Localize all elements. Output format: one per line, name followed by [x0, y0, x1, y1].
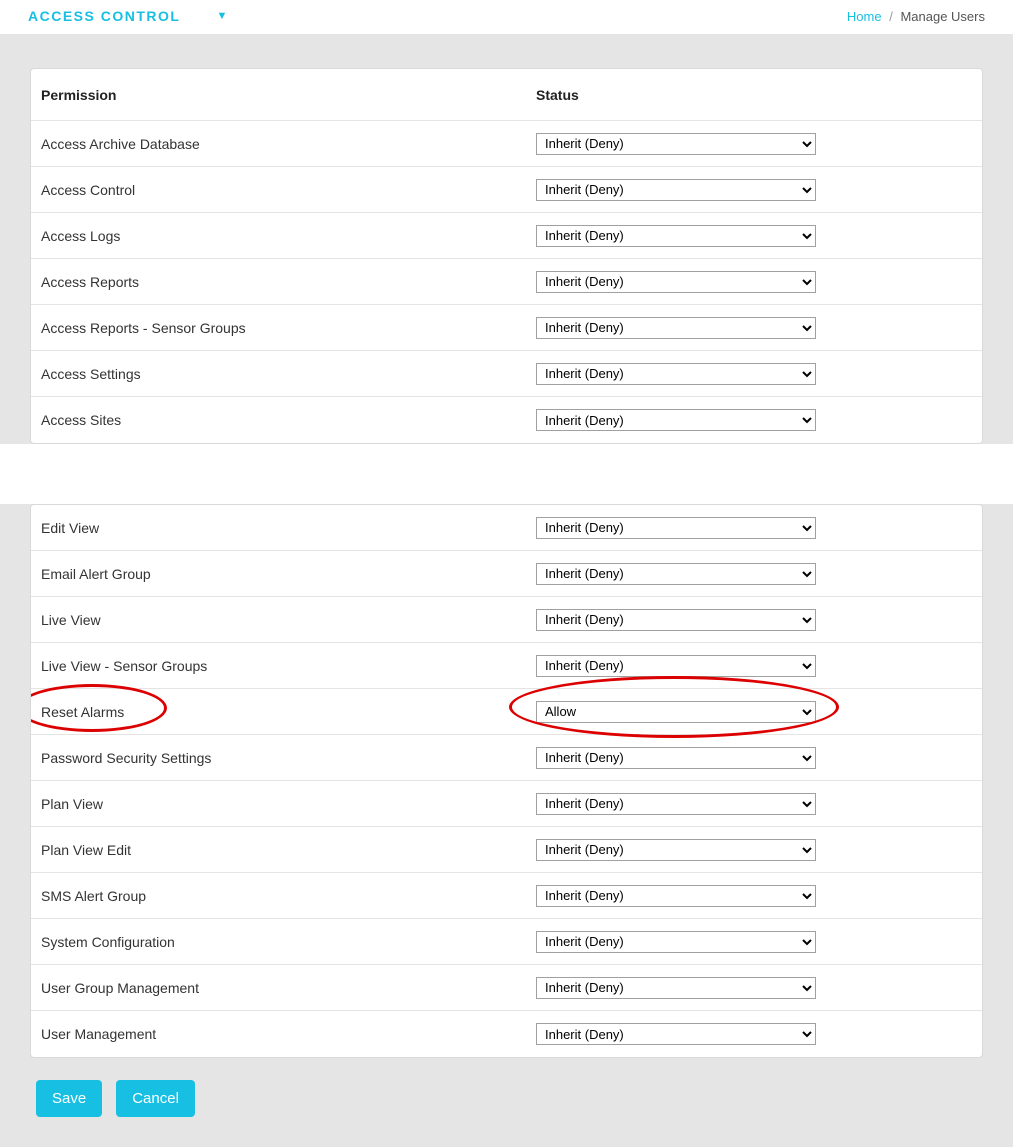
- status-cell: Inherit (Deny)Inherit (Allow)AllowDeny: [536, 1023, 972, 1045]
- table-row: Reset AlarmsInherit (Deny)Inherit (Allow…: [31, 689, 982, 735]
- table-row: Email Alert GroupInherit (Deny)Inherit (…: [31, 551, 982, 597]
- status-cell: Inherit (Deny)Inherit (Allow)AllowDeny: [536, 317, 972, 339]
- permission-label: User Management: [41, 1026, 536, 1042]
- table-row: Access ControlInherit (Deny)Inherit (All…: [31, 167, 982, 213]
- content-wrap-top: Permission Status Access Archive Databas…: [0, 34, 1013, 444]
- status-cell: Inherit (Deny)Inherit (Allow)AllowDeny: [536, 977, 972, 999]
- permission-label: Reset Alarms: [41, 704, 536, 720]
- status-cell: Inherit (Deny)Inherit (Allow)AllowDeny: [536, 701, 972, 723]
- breadcrumb-home-link[interactable]: Home: [847, 9, 882, 24]
- permission-label: Edit View: [41, 520, 536, 536]
- permission-label: Access Logs: [41, 228, 536, 244]
- table-row: SMS Alert GroupInherit (Deny)Inherit (Al…: [31, 873, 982, 919]
- permission-label: Access Archive Database: [41, 136, 536, 152]
- permissions-panel-bottom: Edit ViewInherit (Deny)Inherit (Allow)Al…: [30, 504, 983, 1058]
- status-select[interactable]: Inherit (Deny)Inherit (Allow)AllowDeny: [536, 517, 816, 539]
- section-dropdown[interactable]: ACCESS CONTROL ▼: [28, 8, 229, 24]
- status-select[interactable]: Inherit (Deny)Inherit (Allow)AllowDeny: [536, 133, 816, 155]
- permission-label: Access Reports: [41, 274, 536, 290]
- status-cell: Inherit (Deny)Inherit (Allow)AllowDeny: [536, 839, 972, 861]
- table-row: Access Archive DatabaseInherit (Deny)Inh…: [31, 121, 982, 167]
- permission-label: Email Alert Group: [41, 566, 536, 582]
- save-button[interactable]: Save: [36, 1080, 102, 1117]
- status-cell: Inherit (Deny)Inherit (Allow)AllowDeny: [536, 885, 972, 907]
- status-select[interactable]: Inherit (Deny)Inherit (Allow)AllowDeny: [536, 931, 816, 953]
- status-cell: Inherit (Deny)Inherit (Allow)AllowDeny: [536, 271, 972, 293]
- table-row: Password Security SettingsInherit (Deny)…: [31, 735, 982, 781]
- status-select[interactable]: Inherit (Deny)Inherit (Allow)AllowDeny: [536, 839, 816, 861]
- permission-label: System Configuration: [41, 934, 536, 950]
- status-cell: Inherit (Deny)Inherit (Allow)AllowDeny: [536, 793, 972, 815]
- status-select[interactable]: Inherit (Deny)Inherit (Allow)AllowDeny: [536, 271, 816, 293]
- permission-label: Access Sites: [41, 412, 536, 428]
- table-row: User ManagementInherit (Deny)Inherit (Al…: [31, 1011, 982, 1057]
- status-header: Status: [536, 87, 972, 103]
- chevron-down-icon: ▼: [216, 10, 228, 22]
- permission-label: Live View: [41, 612, 536, 628]
- action-buttons: Save Cancel: [30, 1080, 983, 1117]
- permissions-panel-top: Permission Status Access Archive Databas…: [30, 68, 983, 444]
- table-row: Edit ViewInherit (Deny)Inherit (Allow)Al…: [31, 505, 982, 551]
- table-row: Access ReportsInherit (Deny)Inherit (All…: [31, 259, 982, 305]
- status-select[interactable]: Inherit (Deny)Inherit (Allow)AllowDeny: [536, 1023, 816, 1045]
- status-select[interactable]: Inherit (Deny)Inherit (Allow)AllowDeny: [536, 885, 816, 907]
- status-select[interactable]: Inherit (Deny)Inherit (Allow)AllowDeny: [536, 317, 816, 339]
- status-select[interactable]: Inherit (Deny)Inherit (Allow)AllowDeny: [536, 409, 816, 431]
- status-cell: Inherit (Deny)Inherit (Allow)AllowDeny: [536, 609, 972, 631]
- table-row: Access LogsInherit (Deny)Inherit (Allow)…: [31, 213, 982, 259]
- breadcrumb-separator: /: [889, 9, 893, 24]
- status-cell: Inherit (Deny)Inherit (Allow)AllowDeny: [536, 517, 972, 539]
- table-row: Access Reports - Sensor GroupsInherit (D…: [31, 305, 982, 351]
- status-cell: Inherit (Deny)Inherit (Allow)AllowDeny: [536, 409, 972, 431]
- table-row: Plan ViewInherit (Deny)Inherit (Allow)Al…: [31, 781, 982, 827]
- table-row: Live View - Sensor GroupsInherit (Deny)I…: [31, 643, 982, 689]
- table-row: User Group ManagementInherit (Deny)Inher…: [31, 965, 982, 1011]
- status-cell: Inherit (Deny)Inherit (Allow)AllowDeny: [536, 179, 972, 201]
- status-cell: Inherit (Deny)Inherit (Allow)AllowDeny: [536, 931, 972, 953]
- permission-label: Access Reports - Sensor Groups: [41, 320, 536, 336]
- breadcrumb-current: Manage Users: [900, 9, 985, 24]
- status-select[interactable]: Inherit (Deny)Inherit (Allow)AllowDeny: [536, 701, 816, 723]
- status-cell: Inherit (Deny)Inherit (Allow)AllowDeny: [536, 133, 972, 155]
- permission-label: SMS Alert Group: [41, 888, 536, 904]
- status-select[interactable]: Inherit (Deny)Inherit (Allow)AllowDeny: [536, 977, 816, 999]
- status-select[interactable]: Inherit (Deny)Inherit (Allow)AllowDeny: [536, 747, 816, 769]
- permission-label: Live View - Sensor Groups: [41, 658, 536, 674]
- status-select[interactable]: Inherit (Deny)Inherit (Allow)AllowDeny: [536, 563, 816, 585]
- status-cell: Inherit (Deny)Inherit (Allow)AllowDeny: [536, 563, 972, 585]
- status-select[interactable]: Inherit (Deny)Inherit (Allow)AllowDeny: [536, 179, 816, 201]
- section-title: ACCESS CONTROL: [28, 8, 180, 24]
- table-header-row: Permission Status: [31, 69, 982, 121]
- table-row: System ConfigurationInherit (Deny)Inheri…: [31, 919, 982, 965]
- breadcrumb: Home / Manage Users: [847, 9, 985, 24]
- permission-label: Access Settings: [41, 366, 536, 382]
- section-gap: [0, 444, 1013, 504]
- status-select[interactable]: Inherit (Deny)Inherit (Allow)AllowDeny: [536, 609, 816, 631]
- status-cell: Inherit (Deny)Inherit (Allow)AllowDeny: [536, 225, 972, 247]
- content-wrap-bottom: Edit ViewInherit (Deny)Inherit (Allow)Al…: [0, 504, 1013, 1147]
- table-row: Plan View EditInherit (Deny)Inherit (All…: [31, 827, 982, 873]
- permission-label: User Group Management: [41, 980, 536, 996]
- status-select[interactable]: Inherit (Deny)Inherit (Allow)AllowDeny: [536, 225, 816, 247]
- status-select[interactable]: Inherit (Deny)Inherit (Allow)AllowDeny: [536, 793, 816, 815]
- permission-label: Plan View: [41, 796, 536, 812]
- status-cell: Inherit (Deny)Inherit (Allow)AllowDeny: [536, 655, 972, 677]
- status-cell: Inherit (Deny)Inherit (Allow)AllowDeny: [536, 747, 972, 769]
- permission-header: Permission: [41, 87, 536, 103]
- status-cell: Inherit (Deny)Inherit (Allow)AllowDeny: [536, 363, 972, 385]
- status-select[interactable]: Inherit (Deny)Inherit (Allow)AllowDeny: [536, 655, 816, 677]
- permission-label: Access Control: [41, 182, 536, 198]
- status-select[interactable]: Inherit (Deny)Inherit (Allow)AllowDeny: [536, 363, 816, 385]
- table-row: Live ViewInherit (Deny)Inherit (Allow)Al…: [31, 597, 982, 643]
- header-bar: ACCESS CONTROL ▼ Home / Manage Users: [0, 0, 1013, 34]
- table-row: Access SettingsInherit (Deny)Inherit (Al…: [31, 351, 982, 397]
- table-row: Access SitesInherit (Deny)Inherit (Allow…: [31, 397, 982, 443]
- permission-label: Plan View Edit: [41, 842, 536, 858]
- cancel-button[interactable]: Cancel: [116, 1080, 195, 1117]
- permission-label: Password Security Settings: [41, 750, 536, 766]
